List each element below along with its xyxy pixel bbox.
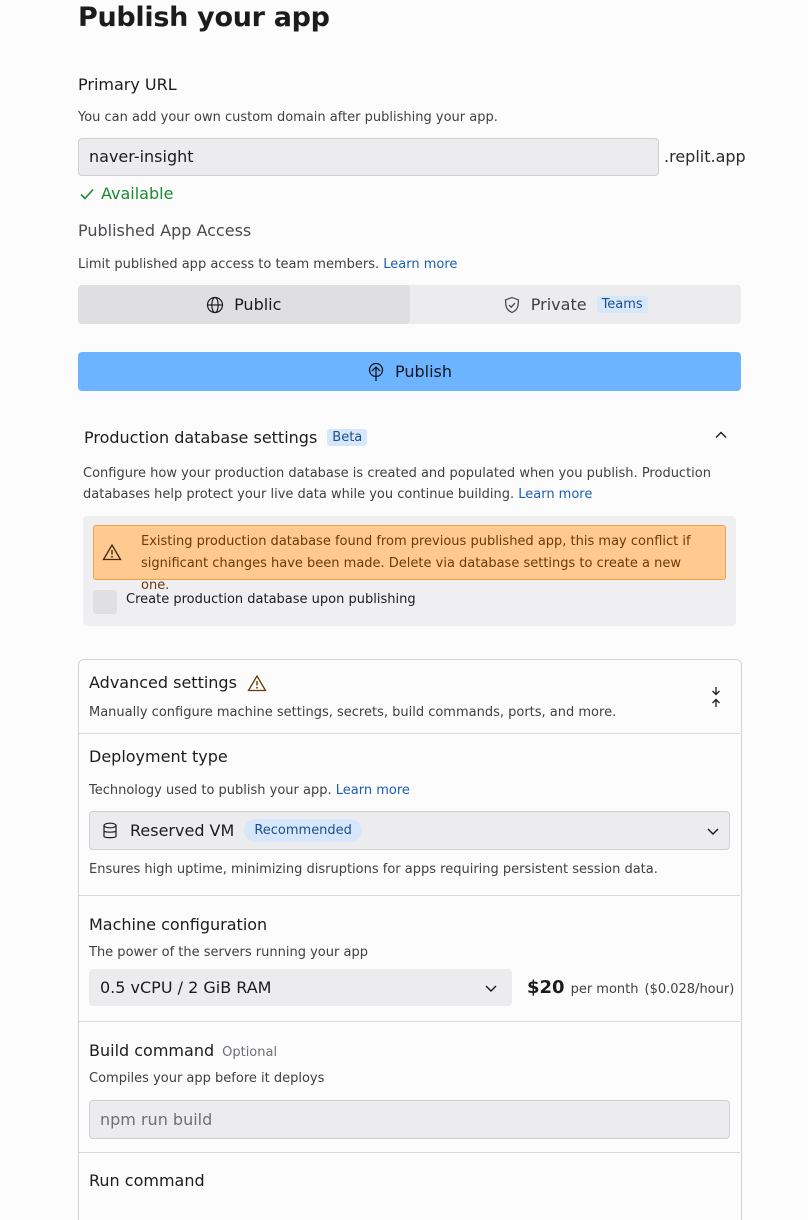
divider: [79, 733, 740, 734]
build-command-input[interactable]: [89, 1100, 730, 1139]
chevron-down-icon: [485, 985, 497, 992]
create-db-checkbox[interactable]: [93, 590, 117, 614]
access-option-private-label: Private: [530, 295, 587, 314]
build-command-header: Build command Optional: [89, 1041, 277, 1060]
deployment-type-description: Technology used to publish your app. Lea…: [89, 783, 410, 798]
page-title: Publish your app: [78, 2, 330, 33]
deployment-type-value: Reserved VM: [130, 821, 235, 840]
machine-price: $20 per month ($0.028/hour): [527, 977, 734, 998]
access-toggle: Public Private Teams: [78, 285, 741, 324]
warning-icon: [102, 543, 122, 561]
shield-icon: [504, 296, 519, 313]
primary-url-input[interactable]: [78, 138, 659, 176]
machine-config-value: 0.5 vCPU / 2 GiB RAM: [100, 978, 272, 997]
advanced-settings-heading: Advanced settings: [89, 673, 237, 692]
run-command-heading: Run command: [89, 1171, 205, 1190]
beta-badge: Beta: [327, 429, 368, 446]
publish-button[interactable]: Publish: [78, 352, 741, 391]
access-option-public[interactable]: Public: [78, 285, 410, 324]
primary-url-heading: Primary URL: [78, 75, 177, 94]
publish-panel: Publish your app Primary URL You can add…: [0, 0, 808, 1220]
database-icon: [103, 822, 117, 838]
publish-button-label: Publish: [394, 362, 453, 381]
warning-text: Existing production database found from …: [141, 534, 691, 593]
globe-icon: [206, 296, 224, 313]
chevron-up-icon[interactable]: [712, 426, 730, 444]
build-command-description: Compiles your app before it deploys: [89, 1071, 325, 1086]
warning-icon: [247, 674, 267, 691]
create-db-checkbox-label: Create production database upon publishi…: [126, 592, 416, 607]
price-amount: $20: [527, 977, 565, 998]
access-heading: Published App Access: [78, 221, 252, 240]
advanced-settings-description: Manually configure machine settings, sec…: [89, 705, 617, 720]
divider: [79, 1152, 740, 1153]
production-db-header[interactable]: Production database settings Beta: [84, 428, 368, 447]
machine-config-select[interactable]: 0.5 vCPU / 2 GiB RAM: [89, 969, 512, 1006]
chevron-down-icon: [707, 828, 719, 835]
collapse-icon[interactable]: [706, 686, 726, 708]
production-db-learn-more-link[interactable]: Learn more: [518, 487, 592, 502]
production-db-heading: Production database settings: [84, 428, 318, 447]
access-description-text: Limit published app access to team membe…: [78, 257, 380, 272]
availability-status: Available: [79, 184, 173, 203]
access-option-public-label: Public: [234, 295, 282, 314]
url-suffix: .replit.app: [664, 147, 746, 166]
optional-label: Optional: [222, 1045, 278, 1060]
teams-badge: Teams: [596, 296, 648, 313]
access-description: Limit published app access to team membe…: [78, 257, 457, 272]
price-hourly: ($0.028/hour): [644, 982, 735, 997]
access-learn-more-link[interactable]: Learn more: [383, 257, 457, 272]
check-icon: [80, 188, 94, 200]
build-command-heading: Build command: [89, 1041, 215, 1060]
divider: [79, 1021, 740, 1022]
deployment-type-heading: Deployment type: [89, 747, 228, 766]
advanced-settings-header[interactable]: Advanced settings: [89, 673, 267, 692]
availability-text: Available: [101, 184, 174, 203]
deployment-type-note: Ensures high uptime, minimizing disrupti…: [89, 862, 658, 877]
publish-icon: [368, 362, 384, 381]
production-db-description: Configure how your production database i…: [83, 463, 743, 505]
machine-config-heading: Machine configuration: [89, 915, 268, 934]
access-option-private[interactable]: Private Teams: [410, 285, 742, 324]
primary-url-description: You can add your own custom domain after…: [78, 110, 498, 125]
deployment-type-description-text: Technology used to publish your app.: [89, 783, 332, 798]
deployment-type-learn-more-link[interactable]: Learn more: [336, 783, 410, 798]
price-period: per month: [570, 982, 639, 997]
divider: [79, 895, 740, 896]
recommended-badge: Recommended: [244, 819, 362, 842]
machine-config-description: The power of the servers running your ap…: [89, 945, 368, 960]
production-db-description-text: Configure how your production database i…: [83, 466, 711, 502]
deployment-type-select[interactable]: Reserved VM Recommended: [89, 811, 730, 850]
